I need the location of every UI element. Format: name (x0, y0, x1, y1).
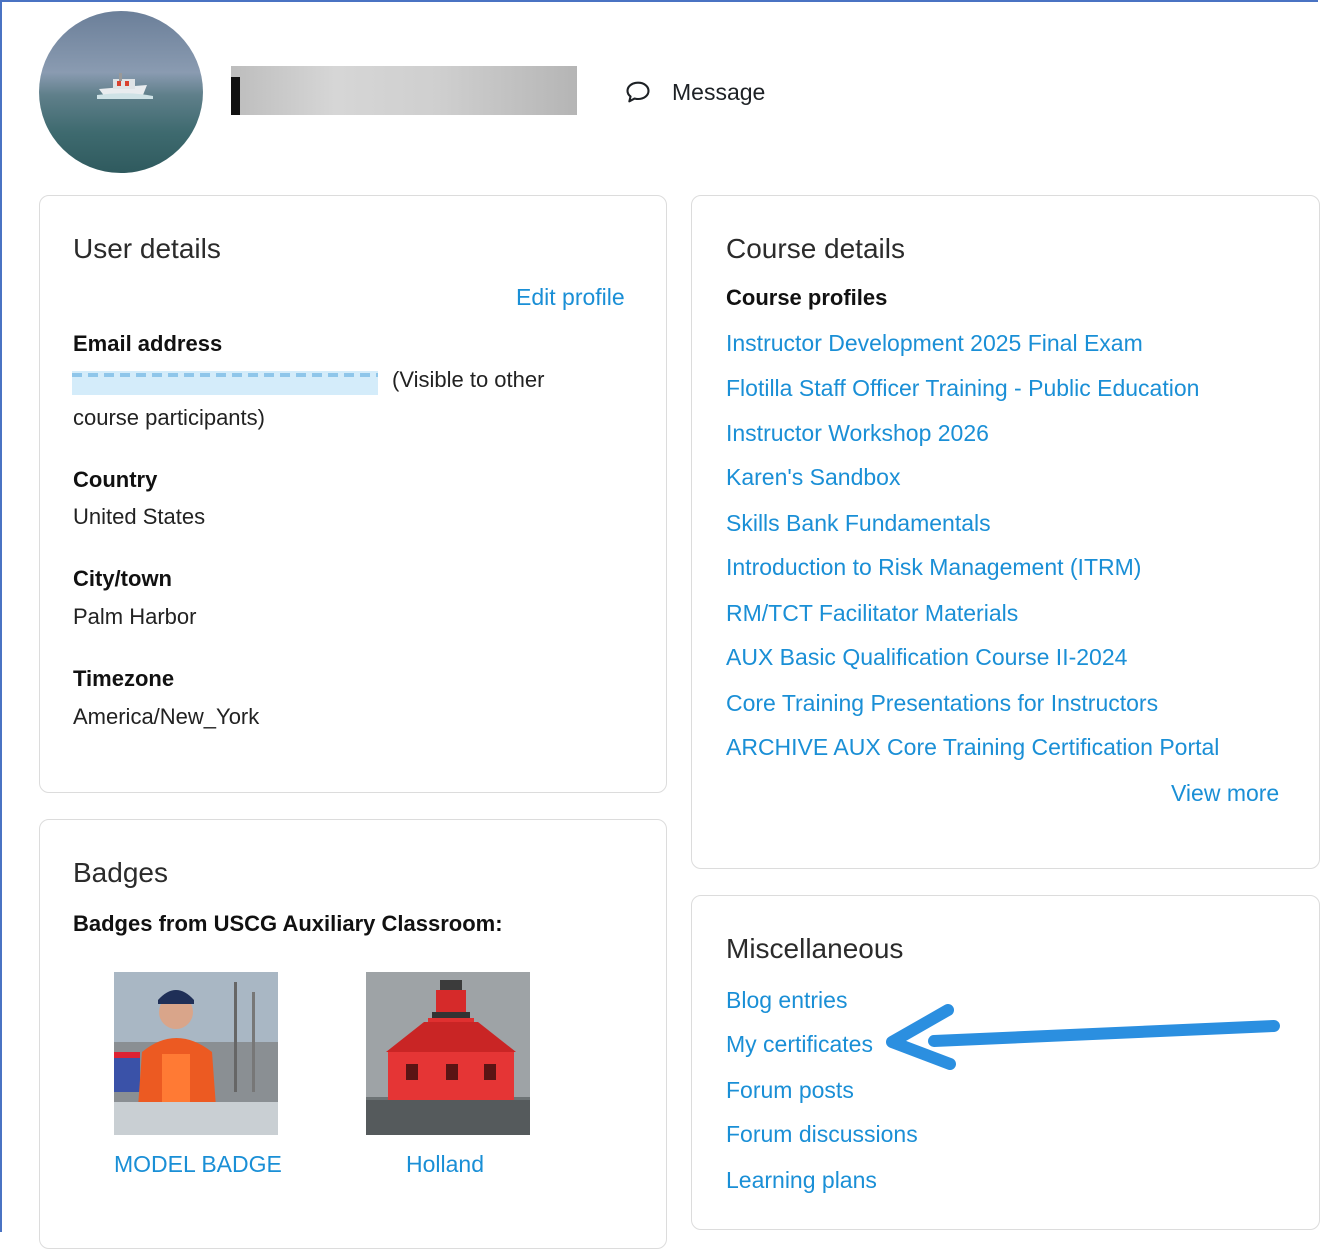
message-label: Message (672, 78, 766, 105)
country-label: Country (73, 467, 158, 492)
course-link[interactable]: Introduction to Risk Management (ITRM) (726, 554, 1141, 581)
country-value: United States (73, 504, 206, 529)
email-label: Email address (73, 331, 223, 356)
model-badge-image[interactable] (114, 972, 278, 1135)
avatar[interactable] (39, 11, 203, 173)
my-certificates-link[interactable]: My certificates (726, 1031, 873, 1058)
email-value-redacted[interactable] (72, 371, 378, 395)
forum-discussions-link[interactable]: Forum discussions (726, 1121, 918, 1148)
course-link[interactable]: RM/TCT Facilitator Materials (726, 600, 1018, 627)
course-link[interactable]: Instructor Development 2025 Final Exam (726, 330, 1143, 357)
course-link[interactable]: Core Training Presentations for Instruct… (726, 690, 1158, 717)
boat-image (97, 73, 153, 99)
miscellaneous-title: Miscellaneous (726, 933, 904, 964)
view-more-link[interactable]: View more (1171, 780, 1279, 807)
email-visibility-note: (Visible to other (392, 367, 545, 392)
holland-badge-image[interactable] (366, 972, 530, 1135)
badges-card: Badges Badges from USCG Auxiliary Classr… (39, 819, 667, 1249)
course-details-card: Course details Course profiles Instructo… (691, 195, 1320, 869)
timezone-label: Timezone (73, 666, 175, 691)
course-link[interactable]: Flotilla Staff Officer Training - Public… (726, 375, 1199, 402)
annotation-arrow-icon (886, 1004, 1280, 1070)
user-details-title: User details (73, 233, 221, 264)
timezone-value: America/New_York (73, 704, 260, 729)
email-visibility-note-cont: course participants) (73, 405, 265, 430)
course-link[interactable]: ARCHIVE AUX Core Training Certification … (726, 734, 1219, 761)
forum-posts-link[interactable]: Forum posts (726, 1077, 854, 1104)
course-details-title: Course details (726, 233, 905, 264)
city-label: City/town (73, 566, 172, 591)
chat-bubble-icon (626, 81, 650, 103)
course-link[interactable]: AUX Basic Qualification Course II-2024 (726, 644, 1127, 671)
course-link[interactable]: Karen's Sandbox (726, 464, 900, 491)
blog-entries-link[interactable]: Blog entries (726, 987, 847, 1014)
holland-badge-link[interactable]: Holland (406, 1151, 484, 1178)
model-badge-link[interactable]: MODEL BADGE (114, 1151, 282, 1178)
city-value: Palm Harbor (73, 604, 197, 629)
badges-subtitle: Badges from USCG Auxiliary Classroom: (73, 911, 503, 936)
course-link[interactable]: Instructor Workshop 2026 (726, 420, 989, 447)
course-profiles-label: Course profiles (726, 285, 888, 310)
learning-plans-link[interactable]: Learning plans (726, 1167, 877, 1194)
lighthouse-photo (366, 972, 530, 1135)
message-button[interactable]: Message (624, 76, 765, 108)
user-details-card: User details Edit profile Email address … (39, 195, 667, 793)
user-name-redacted (231, 66, 577, 115)
badges-title: Badges (73, 857, 168, 888)
course-link[interactable]: Skills Bank Fundamentals (726, 510, 991, 537)
person-photo (114, 972, 278, 1135)
edit-profile-link[interactable]: Edit profile (516, 284, 625, 311)
